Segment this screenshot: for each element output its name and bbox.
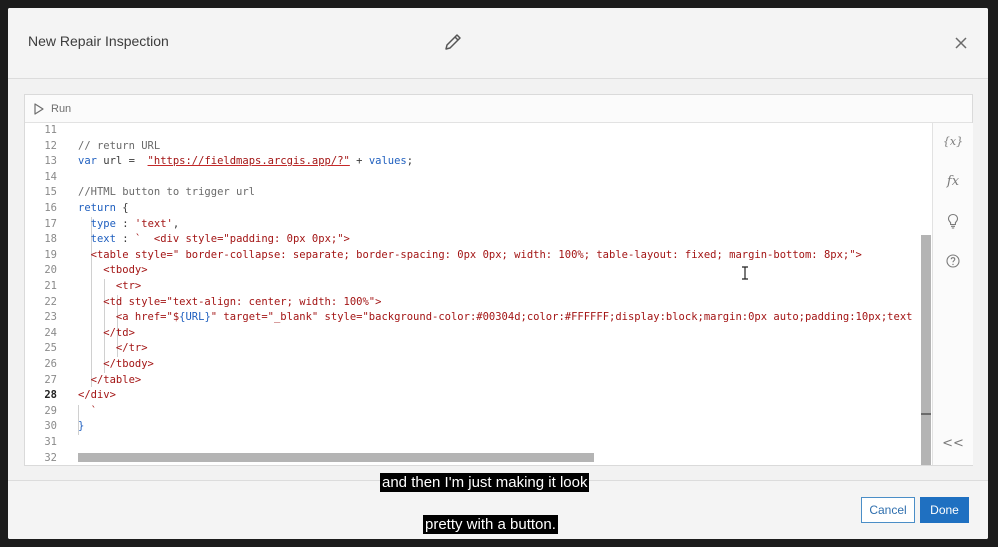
code-editor[interactable]: 11 12 13 14 15 16 17 18 19 20 21 22 23 2… xyxy=(25,123,922,465)
code-line-30: } xyxy=(78,420,85,433)
video-caption-line-2: pretty with a button. xyxy=(423,515,558,534)
dialog-header: New Repair Inspection xyxy=(8,8,988,79)
active-line-number: 28 xyxy=(44,389,57,402)
line-number: 27 xyxy=(44,373,57,386)
code-line-29: ` xyxy=(78,404,97,417)
code-token: + xyxy=(349,155,369,168)
line-number: 31 xyxy=(44,436,57,448)
code-token: <a href="$ xyxy=(78,311,180,324)
video-caption-line-1: and then I'm just making it look xyxy=(380,473,590,492)
variables-button[interactable]: {x} xyxy=(943,131,963,151)
code-line-28: </div> xyxy=(78,389,116,402)
done-button[interactable]: Done xyxy=(920,497,969,523)
code-token: type xyxy=(90,217,116,230)
code-token: { xyxy=(115,202,129,214)
text-cursor-icon xyxy=(742,266,748,280)
run-button[interactable]: Run xyxy=(33,100,71,118)
double-chevron-left-icon: << xyxy=(942,435,964,451)
horizontal-scrollbar[interactable] xyxy=(78,453,922,463)
code-line-17: type : 'text', xyxy=(78,217,180,233)
line-number: 16 xyxy=(44,202,57,214)
code-line-12: // return URL xyxy=(78,139,161,152)
code-token: return xyxy=(78,202,116,214)
close-icon[interactable] xyxy=(951,33,971,53)
code-token: 'text' xyxy=(134,217,173,230)
code-line-26: </tbody> xyxy=(78,358,154,370)
line-number: 14 xyxy=(44,170,57,183)
code-line-23: <a href="${URL}" target="_blank" style="… xyxy=(78,310,913,326)
line-number: 29 xyxy=(44,404,57,417)
vertical-scrollbar-marker xyxy=(921,413,931,415)
line-number: 24 xyxy=(44,326,57,339)
url-string-token: "https://fieldmaps.arcgis.app/?" xyxy=(147,155,350,168)
code-token: : xyxy=(115,233,135,246)
line-number: 11 xyxy=(44,124,57,136)
vertical-scrollbar-thumb[interactable] xyxy=(921,235,931,465)
line-number: 30 xyxy=(44,420,57,433)
code-token: var xyxy=(78,155,97,168)
horizontal-scrollbar-thumb[interactable] xyxy=(78,453,594,462)
run-label: Run xyxy=(51,103,72,115)
code-line-22: <td style="text-align: center; width: 10… xyxy=(78,295,382,308)
line-number: 32 xyxy=(44,451,57,464)
editor-side-rail: {x} fx << xyxy=(932,123,973,465)
collapse-panel-button[interactable]: << xyxy=(942,433,964,453)
functions-icon: fx xyxy=(946,173,960,189)
help-button[interactable] xyxy=(943,251,963,271)
help-icon xyxy=(946,254,960,268)
line-number: 21 xyxy=(44,280,57,292)
code-token: {URL} xyxy=(179,311,211,324)
code-token: url = xyxy=(96,155,148,168)
line-number: 22 xyxy=(44,295,57,308)
code-line-18: text : ` <div style="padding: 0px 0px;"> xyxy=(78,232,350,248)
variables-icon: {x} xyxy=(942,134,964,148)
code-token: , xyxy=(172,217,180,230)
code-line-16: return { xyxy=(78,201,129,217)
code-token: ; xyxy=(406,155,414,168)
code-line-19: <table style=" border-collapse: separate… xyxy=(78,248,862,261)
play-icon xyxy=(34,103,44,115)
code-line-13: var url = "https://fieldmaps.arcgis.app/… xyxy=(78,154,413,170)
code-token: " target="_blank" style="background-colo… xyxy=(210,311,913,324)
arcade-editor-panel: Run 11 12 13 14 15 16 17 18 19 20 21 22 … xyxy=(24,94,973,466)
lightbulb-icon xyxy=(947,213,959,229)
code-line-21: <tr> xyxy=(78,280,142,292)
suggestions-button[interactable] xyxy=(943,211,963,231)
code-line-15: //HTML button to trigger url xyxy=(78,186,256,199)
code-token: values xyxy=(368,155,407,168)
line-number: 13 xyxy=(44,155,57,168)
code-line-20: <tbody> xyxy=(78,264,148,277)
repair-inspection-dialog: New Repair Inspection Run 11 12 13 14 15… xyxy=(8,8,988,539)
line-number: 15 xyxy=(44,186,57,199)
code-token: text xyxy=(90,233,116,246)
code-token: : xyxy=(115,217,135,230)
code-line-24: </td> xyxy=(78,326,135,339)
functions-button[interactable]: fx xyxy=(943,171,963,191)
line-number: 18 xyxy=(44,233,57,246)
line-number: 19 xyxy=(44,248,57,261)
cancel-button[interactable]: Cancel xyxy=(861,497,915,523)
line-number: 26 xyxy=(44,358,57,370)
line-number: 20 xyxy=(44,264,57,277)
line-number-gutter: 11 12 13 14 15 16 17 18 19 20 21 22 23 2… xyxy=(25,123,65,465)
pencil-icon[interactable] xyxy=(442,31,464,53)
line-number: 23 xyxy=(44,311,57,324)
code-line-25: </tr> xyxy=(78,342,148,355)
line-number: 17 xyxy=(44,217,57,230)
code-line-27: </table> xyxy=(78,373,142,386)
line-number: 25 xyxy=(44,342,57,355)
line-number: 12 xyxy=(44,139,57,152)
dialog-title: New Repair Inspection xyxy=(28,33,169,49)
code-token: ` <div style="padding: 0px 0px;"> xyxy=(134,233,350,246)
editor-toolbar: Run xyxy=(25,95,972,123)
